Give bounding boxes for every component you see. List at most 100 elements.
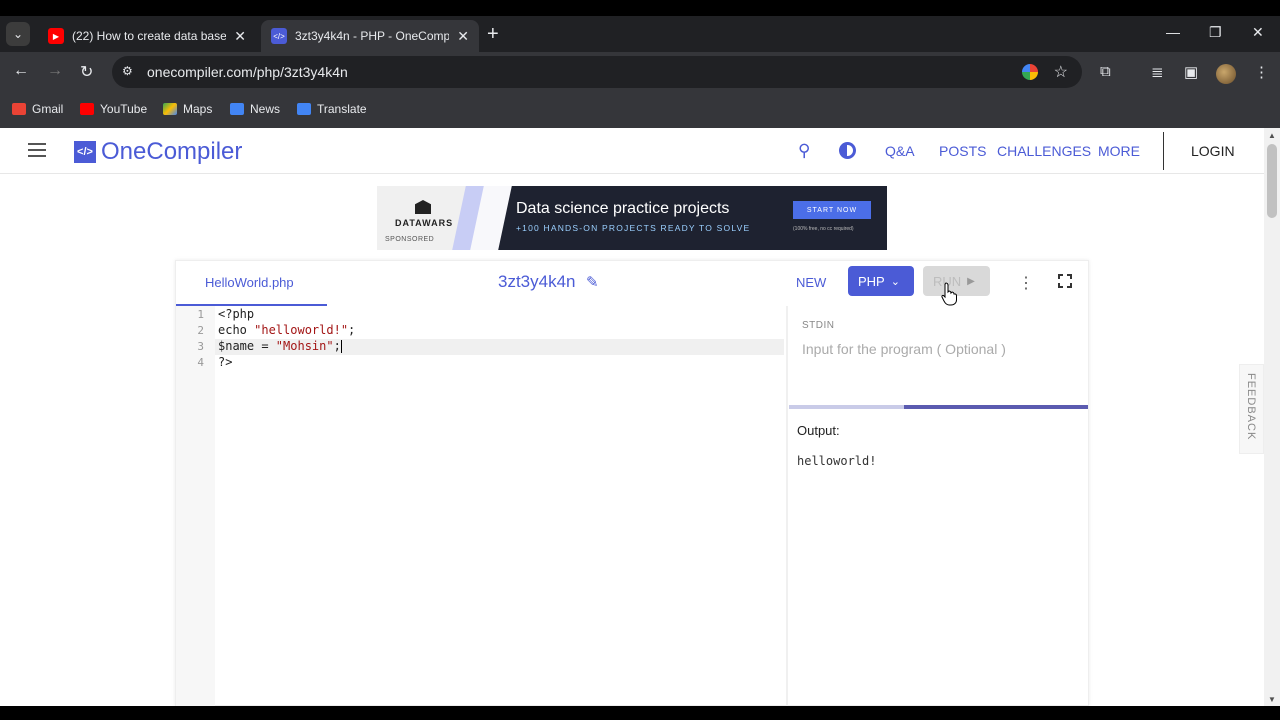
nav-link-qa[interactable]: Q&A [885,143,915,159]
line-number-gutter: 1 2 3 4 [176,306,215,707]
output-label: Output: [797,423,840,438]
line-number: 2 [197,324,204,337]
nav-link-challenges[interactable]: CHALLENGES [997,143,1091,159]
ad-brand: DATAWARS [395,218,454,228]
text-cursor [340,340,342,353]
bookmark-news[interactable]: News [230,102,280,116]
output-value: helloworld! [797,454,877,468]
panel-splitter[interactable] [786,306,788,707]
google-icon[interactable] [1022,64,1038,80]
bookmark-label: Gmail [32,102,64,116]
play-icon: ▶ [967,275,975,287]
bookmarks-bar: Gmail YouTube Maps News Translate [0,92,1280,128]
minimize-icon[interactable]: — [1166,24,1180,40]
translate-icon [297,103,311,115]
bookmark-gmail[interactable]: Gmail [12,102,63,116]
tab-title: (22) How to create data base - Y [72,29,227,43]
browser-tab-onecompiler[interactable]: </> 3zt3y4k4n - PHP - OneCompiler ✕ [261,20,479,52]
stdin-panel[interactable]: STDIN Input for the program ( Optional ) [789,306,1088,406]
browser-tabbar: ⌄ ▶ (22) How to create data base - Y ✕ <… [0,16,1280,52]
bookmark-label: Translate [317,102,367,116]
code-line[interactable]: $name = "Mohsin"; [218,339,342,353]
browser-tab-youtube[interactable]: ▶ (22) How to create data base - Y ✕ [38,20,256,52]
site-logo[interactable]: </> OneCompiler [74,138,242,166]
feedback-label: FEEDBACK [1245,373,1257,441]
more-options-icon[interactable]: ⋮ [1018,273,1034,293]
ad-fineprint: (100% free, no cc required) [793,226,854,232]
bookmark-maps[interactable]: Maps [163,102,212,116]
forward-icon[interactable]: → [47,62,63,80]
tab-title: 3zt3y4k4n - PHP - OneCompiler [295,29,450,43]
screen-bottom-edge [0,706,1280,720]
tab-search-button[interactable]: ⌄ [6,22,30,46]
language-label: PHP [858,273,885,289]
browser-toolbar: ← → ↻ ⚙ onecompiler.com/php/3zt3y4k4n ☆ … [0,52,1280,92]
language-select[interactable]: PHP ⌄ [848,266,914,296]
theme-toggle-icon[interactable] [839,142,856,159]
nav-link-posts[interactable]: POSTS [939,143,986,159]
sponsored-banner[interactable]: DATAWARS SPONSORED Data science practice… [377,186,887,250]
line-number: 4 [197,356,204,369]
extensions-icon[interactable]: ⧉ [1100,63,1111,80]
address-bar[interactable]: ⚙ onecompiler.com/php/3zt3y4k4n ☆ [112,56,1082,88]
fullscreen-icon[interactable] [1058,274,1072,288]
side-panel-icon[interactable]: ▣ [1184,63,1198,81]
youtube-icon [80,103,94,115]
hamburger-menu-icon[interactable] [28,143,46,157]
scroll-down-icon[interactable]: ▼ [1268,695,1276,704]
scrollbar-thumb[interactable] [1267,144,1277,218]
media-icon[interactable]: ≣ [1151,63,1164,81]
window-close-icon[interactable]: ✕ [1252,24,1264,41]
chevron-down-icon: ⌄ [890,275,900,288]
logo-text: OneCompiler [101,138,243,165]
code-editor-panel: HelloWorld.php 3zt3y4k4n ✎ NEW PHP ⌄ RUN… [175,260,1089,707]
page-scrollbar[interactable]: ▲ ▼ [1264,128,1280,706]
restore-icon[interactable]: ❐ [1209,24,1222,41]
code-title: 3zt3y4k4n [498,272,576,291]
youtube-icon: ▶ [48,28,64,44]
file-tab-label: HelloWorld.php [205,275,294,290]
menu-icon[interactable]: ⋮ [1254,63,1269,81]
login-link[interactable]: LOGIN [1191,143,1235,159]
ad-headline: Data science practice projects [516,200,730,217]
ad-sponsored-label: SPONSORED [385,236,435,243]
run-progress-bar [789,405,1088,409]
bookmark-youtube[interactable]: YouTube [80,102,147,116]
file-tab[interactable]: HelloWorld.php [176,261,327,306]
reload-icon[interactable]: ↻ [80,62,93,82]
back-icon[interactable]: ← [13,62,29,80]
page-content: </> OneCompiler ⚲ Q&A POSTS CHALLENGES M… [0,128,1264,707]
stdin-label: STDIN [802,320,835,331]
ad-cta-button[interactable]: START NOW [793,201,871,219]
bookmark-translate[interactable]: Translate [297,102,367,116]
close-icon[interactable]: ✕ [234,28,246,45]
bookmark-label: YouTube [100,102,148,116]
site-info-icon[interactable]: ⚙ [122,64,133,78]
code-line[interactable]: echo "helloworld!"; [218,323,355,337]
scroll-up-icon[interactable]: ▲ [1268,131,1276,140]
bookmark-star-icon[interactable]: ☆ [1054,62,1068,82]
line-number: 1 [197,308,204,321]
avatar[interactable] [1216,64,1236,84]
new-button[interactable]: NEW [796,275,826,290]
onecompiler-icon: </> [271,28,287,44]
pencil-icon[interactable]: ✎ [586,273,599,291]
nav-divider [1163,132,1164,170]
nav-link-more[interactable]: MORE [1098,143,1140,159]
line-number: 3 [197,340,204,353]
ad-subline: +100 HANDS-ON PROJECTS READY TO SOLVE [516,223,751,233]
maps-icon [163,103,177,115]
hand-cursor-icon [941,282,957,306]
bookmark-label: News [250,102,281,116]
close-icon[interactable]: ✕ [457,28,469,45]
site-header: </> OneCompiler ⚲ Q&A POSTS CHALLENGES M… [0,128,1264,174]
url-text[interactable]: onecompiler.com/php/3zt3y4k4n [147,64,348,80]
code-line[interactable]: ?> [218,355,232,369]
feedback-tab[interactable]: FEEDBACK [1239,364,1264,454]
code-line[interactable]: <?php [218,307,254,321]
stdin-input[interactable]: Input for the program ( Optional ) [802,341,1006,357]
new-tab-button[interactable]: + [487,24,499,44]
gmail-icon [12,103,26,115]
bookmark-label: Maps [183,102,213,116]
search-icon[interactable]: ⚲ [798,141,810,161]
